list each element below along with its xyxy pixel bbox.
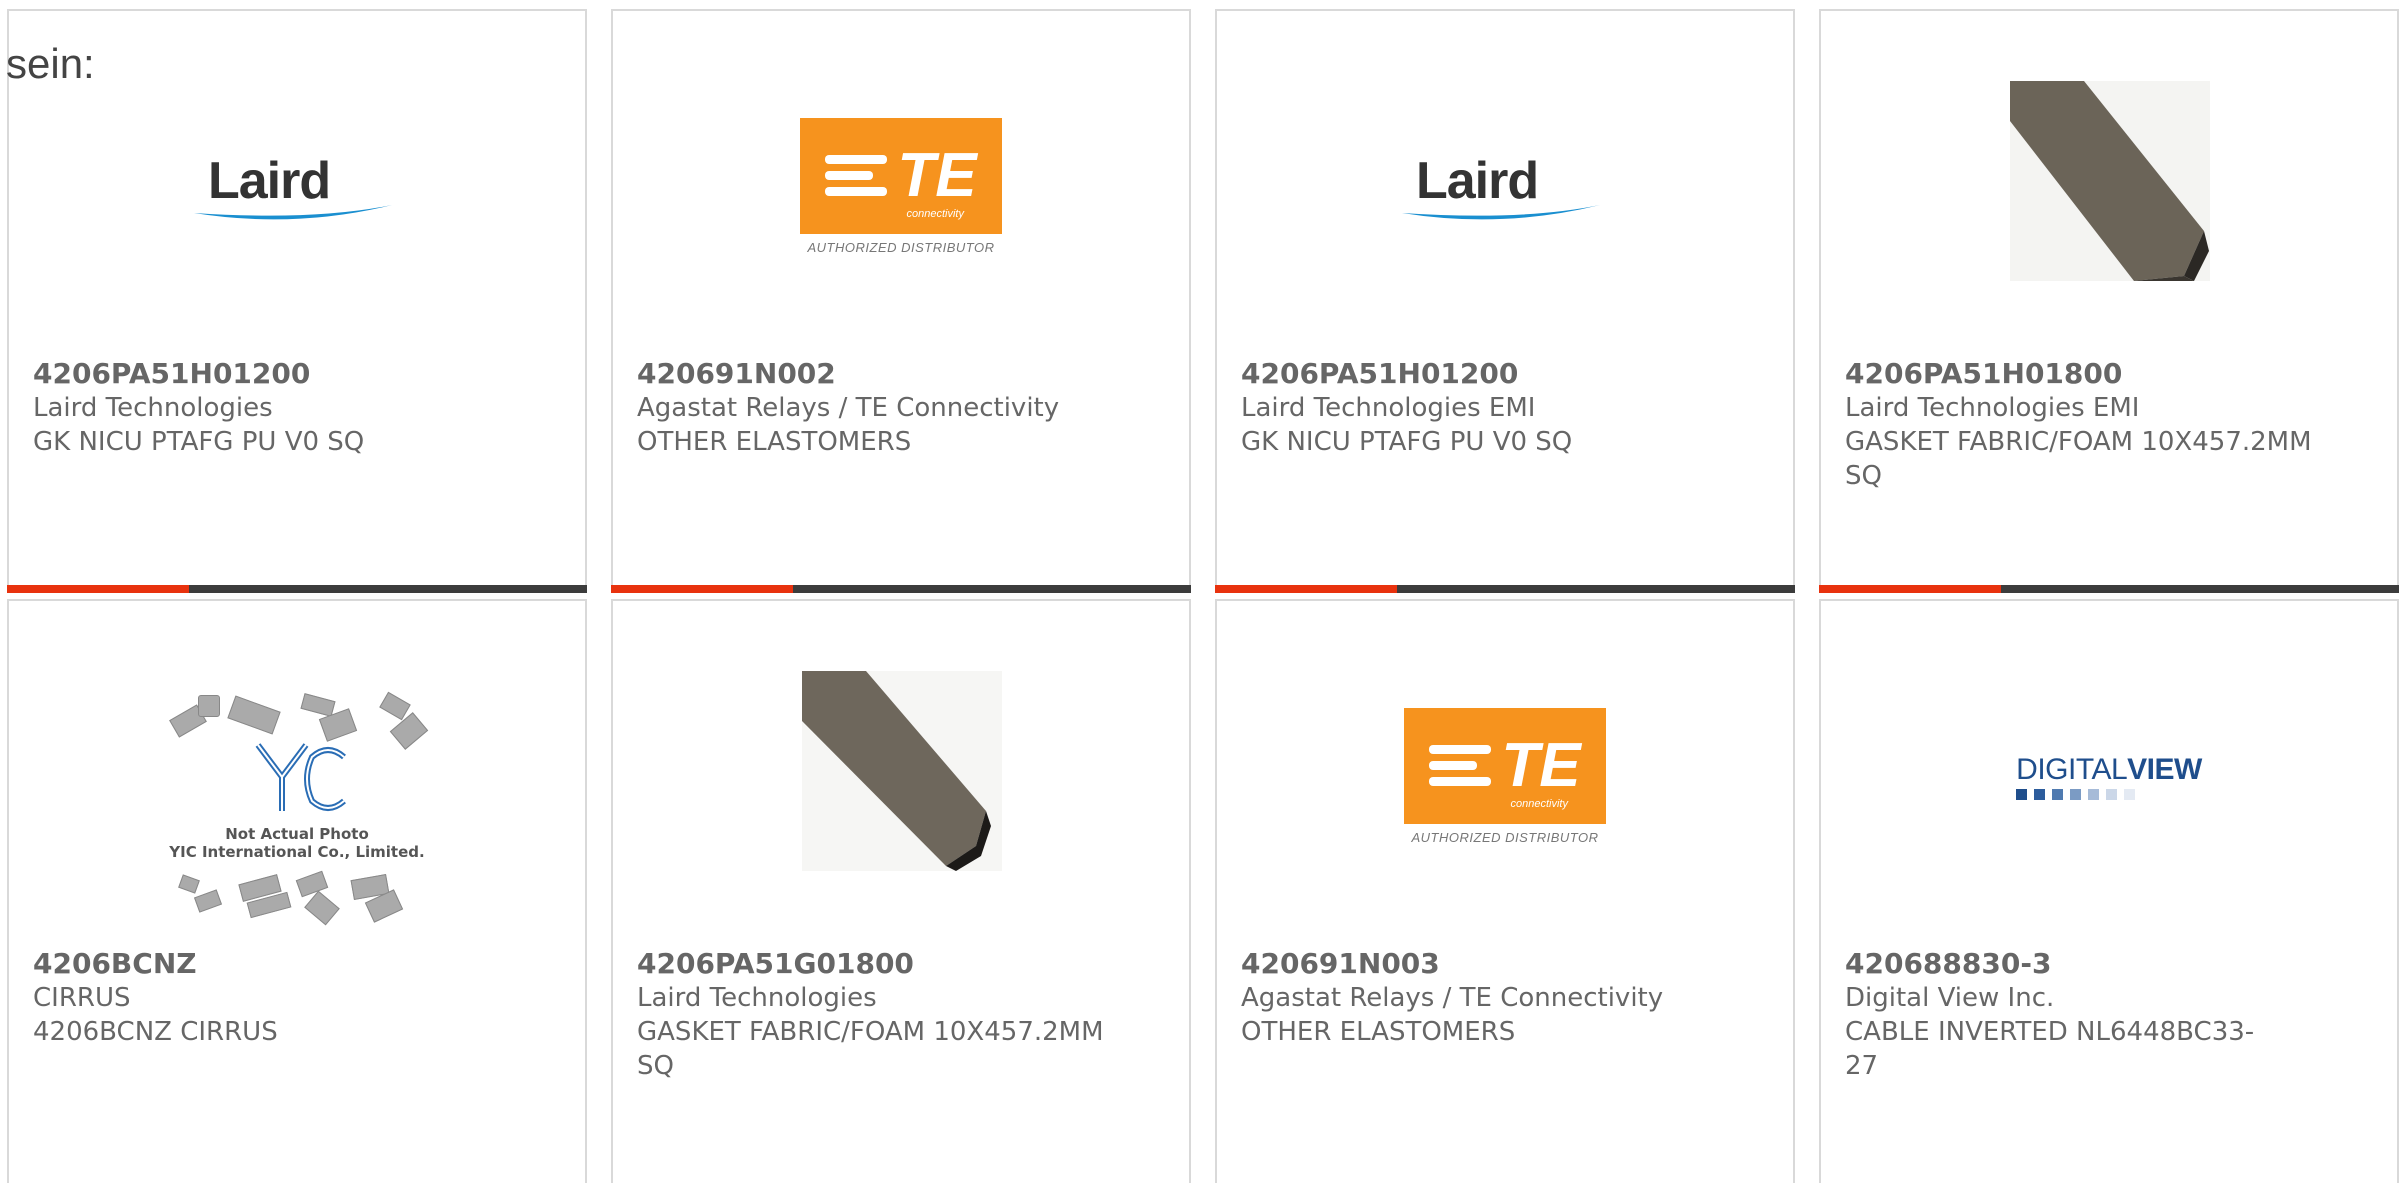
product-image[interactable]: DIGITALVIEW: [1821, 671, 2397, 881]
product-image[interactable]: TE connectivity AUTHORIZED DISTRIBUTOR: [613, 81, 1189, 291]
gasket-photo: [2010, 81, 2210, 281]
description: 4206BCNZ CIRRUS: [33, 1017, 278, 1047]
part-number-link[interactable]: 420691N003: [1241, 947, 1741, 981]
lead-text: sein:: [6, 40, 95, 87]
product-card[interactable]: TE connectivity AUTHORIZED DISTRIBUTOR 4…: [611, 9, 1191, 593]
product-card[interactable]: DIGITALVIEW 420688830-3 Digital View Inc…: [1819, 599, 2399, 1183]
product-grid: Laird 4206PA51H01200 Laird Technologies …: [0, 0, 2400, 1183]
manufacturer: Agastat Relays / TE Connectivity: [637, 393, 1060, 423]
part-number-link[interactable]: 4206BCNZ: [33, 947, 533, 981]
product-card[interactable]: TE connectivity AUTHORIZED DISTRIBUTOR 4…: [1215, 599, 1795, 1183]
manufacturer: Laird Technologies EMI: [1241, 393, 1536, 423]
laird-logo: Laird: [1400, 151, 1610, 221]
description: GASKET FABRIC/FOAM 10X457.2MM SQ: [637, 1017, 1104, 1081]
product-image[interactable]: Not Actual Photo YIC International Co., L…: [9, 691, 585, 931]
laird-logo: Laird: [192, 151, 402, 221]
card-bottom-bar: [7, 585, 587, 593]
product-card[interactable]: Not Actual Photo YIC International Co., L…: [7, 599, 587, 1183]
product-image[interactable]: [1821, 81, 2397, 291]
description: OTHER ELASTOMERS: [1241, 1017, 1516, 1047]
part-number-link[interactable]: 420691N002: [637, 357, 1137, 391]
part-number-link[interactable]: 4206PA51G01800: [637, 947, 1137, 981]
product-card[interactable]: Laird 4206PA51H01200 Laird Technologies …: [7, 9, 587, 593]
product-image[interactable]: TE connectivity AUTHORIZED DISTRIBUTOR: [1217, 671, 1793, 881]
yic-placeholder-image: Not Actual Photo YIC International Co., L…: [162, 691, 432, 931]
part-number-link[interactable]: 420688830-3: [1845, 947, 2265, 981]
part-number-link[interactable]: 4206PA51H01200: [33, 357, 533, 391]
manufacturer: Laird Technologies: [637, 983, 877, 1013]
manufacturer: Laird Technologies EMI: [1845, 393, 2140, 423]
te-logo: TE connectivity AUTHORIZED DISTRIBUTOR: [800, 117, 1002, 255]
card-bottom-bar: [611, 585, 1191, 593]
part-number-link[interactable]: 4206PA51H01200: [1241, 357, 1741, 391]
description: GK NICU PTAFG PU V0 SQ: [1241, 427, 1573, 457]
manufacturer: Laird Technologies: [33, 393, 273, 423]
te-logo: TE connectivity AUTHORIZED DISTRIBUTOR: [1404, 707, 1606, 845]
product-image[interactable]: Laird: [9, 81, 585, 291]
digitalview-logo: DIGITALVIEW: [2016, 753, 2202, 800]
description: OTHER ELASTOMERS: [637, 427, 912, 457]
description: GASKET FABRIC/FOAM 10X457.2MM SQ: [1845, 427, 2312, 491]
manufacturer: Digital View Inc.: [1845, 983, 2055, 1013]
description: CABLE INVERTED NL6448BC33-27: [1845, 1017, 2255, 1081]
product-card[interactable]: 4206PA51H01800 Laird Technologies EMI GA…: [1819, 9, 2399, 593]
manufacturer: CIRRUS: [33, 983, 131, 1013]
part-number-link[interactable]: 4206PA51H01800: [1845, 357, 2345, 391]
gasket-photo: [802, 671, 1002, 871]
product-card[interactable]: Laird 4206PA51H01200 Laird Technologies …: [1215, 9, 1795, 593]
card-bottom-bar: [1215, 585, 1795, 593]
product-image[interactable]: Laird: [1217, 81, 1793, 291]
product-card[interactable]: 4206PA51G01800 Laird Technologies GASKET…: [611, 599, 1191, 1183]
description: GK NICU PTAFG PU V0 SQ: [33, 427, 365, 457]
product-image[interactable]: [613, 671, 1189, 881]
card-bottom-bar: [1819, 585, 2399, 593]
manufacturer: Agastat Relays / TE Connectivity: [1241, 983, 1664, 1013]
